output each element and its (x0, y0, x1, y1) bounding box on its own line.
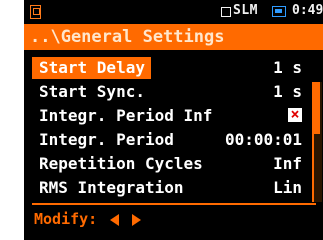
scrollbar-thumb[interactable] (314, 82, 320, 134)
setting-label: RMS Integration (39, 178, 184, 197)
setting-integr-period-inf[interactable]: Integr. Period Inf × (32, 105, 308, 127)
checkbox-unchecked-icon[interactable]: × (288, 105, 302, 123)
mode-label: SLM (233, 3, 258, 18)
setting-value: Inf (273, 154, 302, 173)
setting-value: Lin (273, 178, 302, 197)
device-frame: SLM 0:49 ..\General Settings Start Delay… (0, 0, 323, 240)
footer-hint: Modify: (34, 210, 142, 228)
setting-value: 1 s (273, 82, 302, 101)
setting-start-sync[interactable]: Start Sync. 1 s (32, 81, 308, 103)
setting-label: Start Delay (32, 57, 151, 79)
setting-start-delay[interactable]: Start Delay 1 s (32, 57, 308, 79)
settings-list: Start Delay 1 s Start Sync. 1 s Integr. … (32, 57, 308, 227)
status-bar: SLM 0:49 (24, 0, 323, 22)
setting-value: 00:00:01 (224, 130, 302, 149)
footer-divider (32, 203, 316, 205)
page-title: ..\General Settings (24, 24, 323, 50)
footer-hint-label: Modify: (34, 210, 98, 228)
setting-rms-integration[interactable]: RMS Integration Lin (32, 177, 308, 199)
setting-label: Repetition Cycles (39, 154, 203, 173)
menu-icon[interactable] (30, 5, 41, 19)
arrow-right-icon (132, 213, 142, 226)
setting-label: Integr. Period (39, 130, 174, 149)
screen: SLM 0:49 ..\General Settings Start Delay… (24, 0, 323, 240)
scrollbar[interactable] (312, 82, 322, 202)
setting-repetition-cycles[interactable]: Repetition Cycles Inf (32, 153, 308, 175)
checkbox-x-mark: × (290, 105, 300, 123)
setting-value: 1 s (273, 58, 302, 77)
battery-icon (272, 6, 286, 17)
setting-label: Start Sync. (39, 82, 145, 101)
setting-label: Integr. Period Inf (39, 106, 213, 125)
setting-integr-period[interactable]: Integr. Period 00:00:01 (32, 129, 308, 151)
clock-time: 0:49 (292, 3, 323, 18)
mode-indicator-icon (221, 7, 231, 17)
arrow-left-icon (110, 213, 120, 226)
